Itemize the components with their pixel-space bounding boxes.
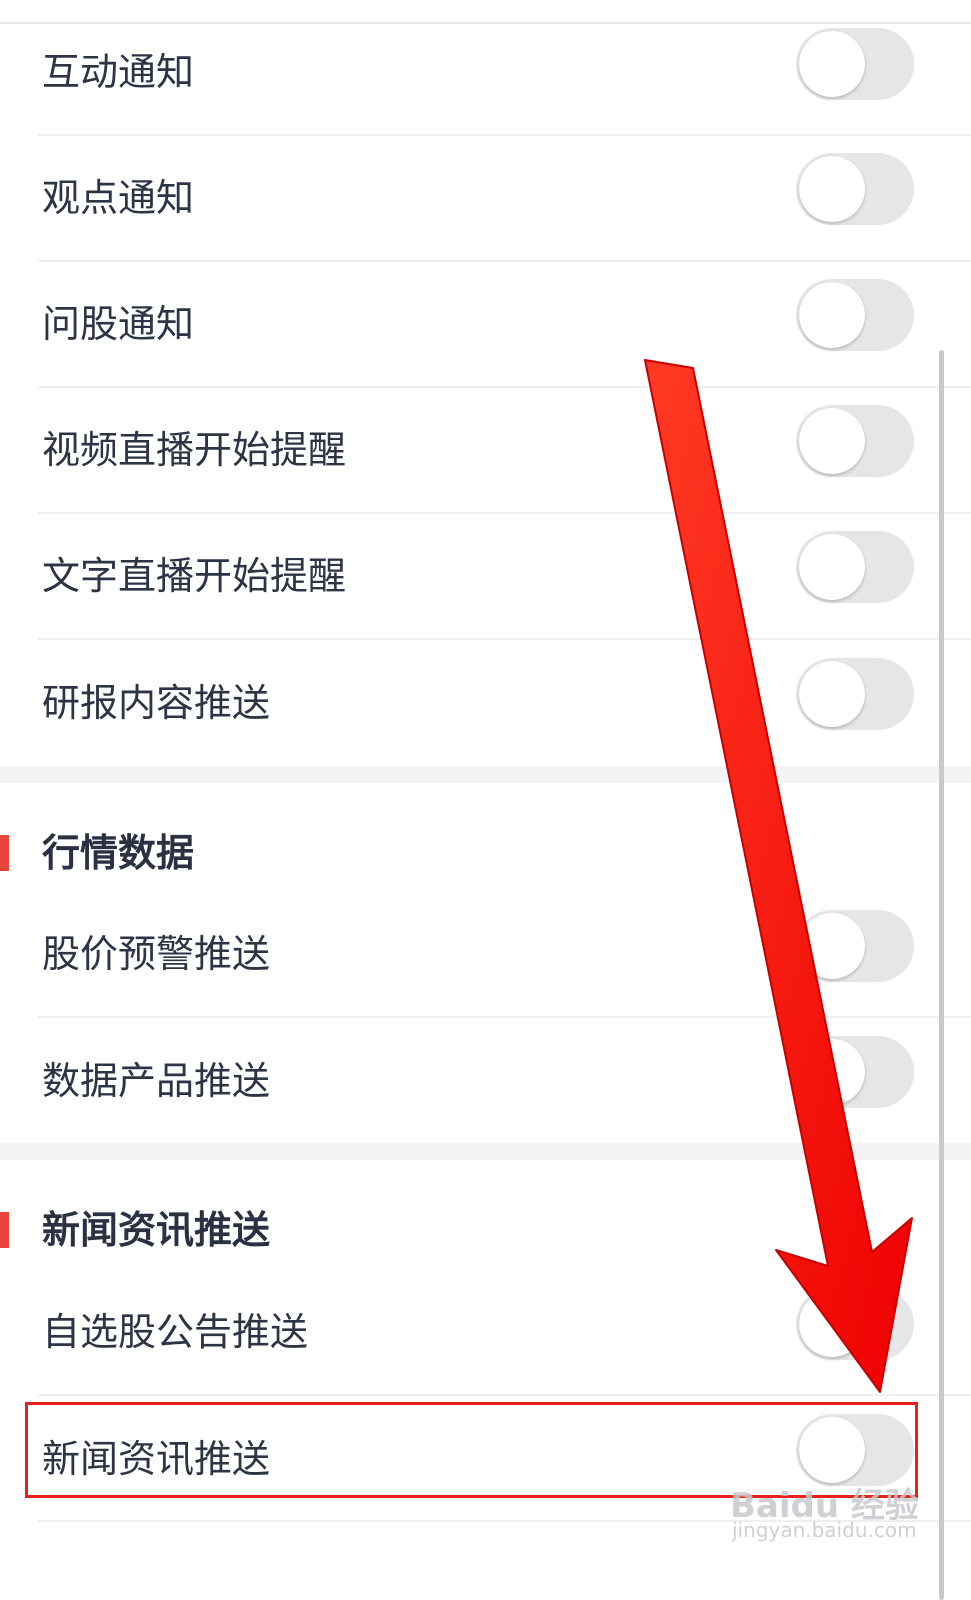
watermark-url: jingyan.baidu.com bbox=[732, 1518, 917, 1542]
arrow-annotation bbox=[644, 359, 913, 1393]
